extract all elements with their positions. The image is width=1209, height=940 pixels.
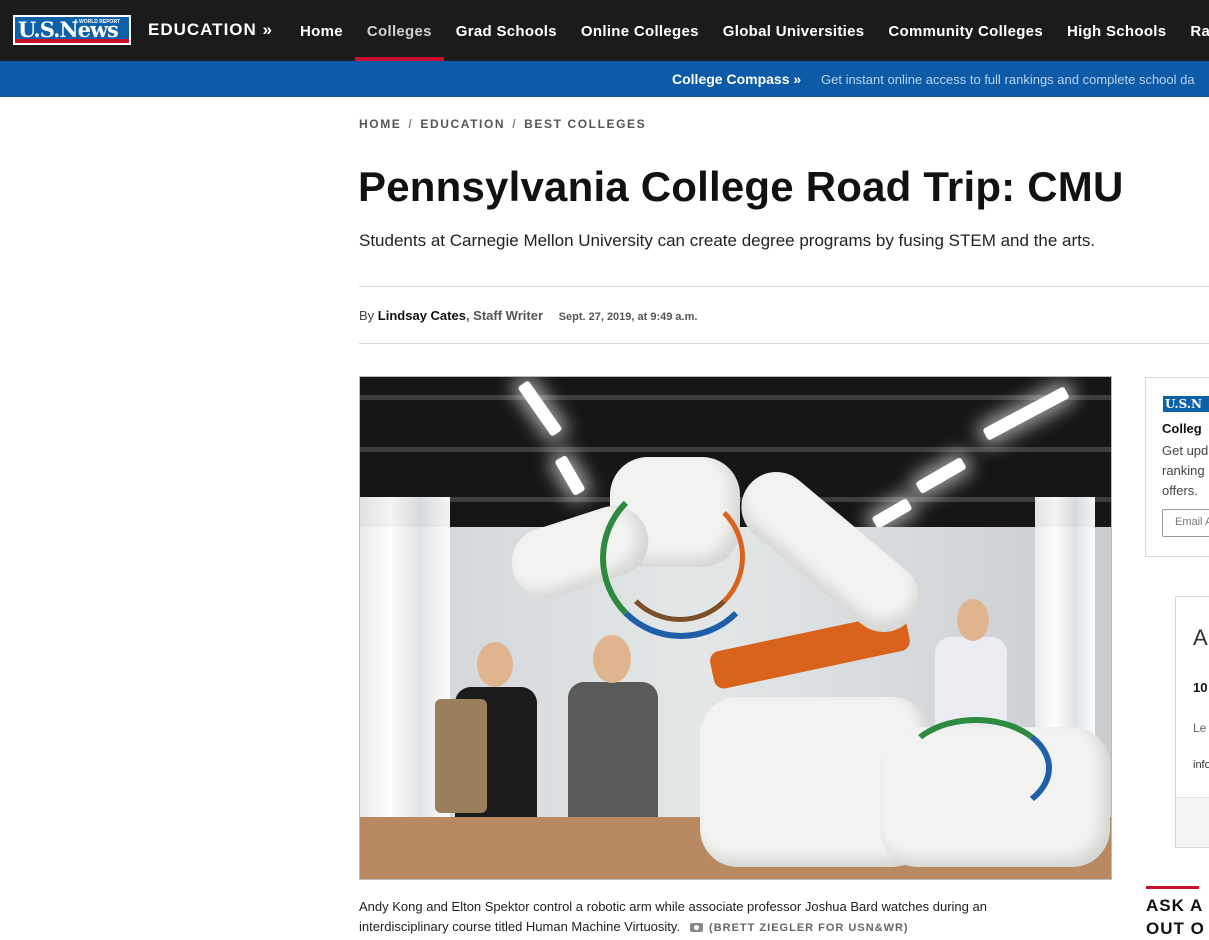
sidebar-ad-number: 10 bbox=[1193, 680, 1208, 695]
nav-item-global-universities[interactable]: Global Universities bbox=[711, 0, 877, 61]
divider-bottom bbox=[359, 343, 1209, 344]
photo-person-head bbox=[477, 642, 513, 687]
sidebar-card-text: Get upd ranking offers. bbox=[1162, 443, 1209, 498]
sidebar-ad-text: Le Lib bbox=[1193, 721, 1209, 735]
nav-items: Home Colleges Grad Schools Online Colleg… bbox=[288, 0, 1209, 61]
nav-item-online-colleges[interactable]: Online Colleges bbox=[569, 0, 711, 61]
nav-item-rankings[interactable]: Rankin bbox=[1178, 0, 1209, 61]
breadcrumb-separator: / bbox=[512, 117, 518, 131]
camera-icon bbox=[690, 923, 704, 932]
photo-log bbox=[435, 699, 487, 813]
ask-heading[interactable]: ASK A OUT O bbox=[1146, 894, 1205, 940]
article-dek: Students at Carnegie Mellon University c… bbox=[359, 231, 1096, 250]
divider-top bbox=[359, 286, 1209, 287]
section-title-education[interactable]: EDUCATION » bbox=[148, 20, 273, 40]
usnews-logo[interactable]: U.S.News & WORLD REPORT bbox=[13, 15, 131, 45]
nav-item-colleges[interactable]: Colleges bbox=[354, 0, 444, 61]
photo-robot-cable bbox=[900, 717, 1052, 819]
author-link[interactable]: Lindsay Cates bbox=[378, 308, 466, 323]
breadcrumb-best-colleges[interactable]: BEST COLLEGES bbox=[524, 117, 646, 131]
photo-credit: (BRETT ZIEGLER FOR USN&WR) bbox=[709, 922, 909, 934]
ask-heading-line1: ASK A bbox=[1146, 896, 1204, 915]
sidebar-ad-heading: A bbox=[1193, 625, 1208, 650]
byline-prefix: By bbox=[359, 308, 375, 323]
photo-person bbox=[568, 682, 658, 827]
compass-text[interactable]: Get instant online access to full rankin… bbox=[821, 72, 1195, 87]
breadcrumb: HOME / EDUCATION / BEST COLLEGES bbox=[359, 117, 646, 131]
breadcrumb-education[interactable]: EDUCATION bbox=[420, 117, 505, 131]
breadcrumb-separator: / bbox=[408, 117, 414, 131]
author-role: , Staff Writer bbox=[465, 308, 544, 323]
ask-accent-bar bbox=[1146, 886, 1199, 889]
email-input[interactable]: Email A bbox=[1162, 509, 1209, 537]
college-compass-banner[interactable]: College Compass » Get instant online acc… bbox=[0, 61, 1209, 97]
photo-beam bbox=[360, 447, 1111, 452]
logo-subtext: & WORLD REPORT bbox=[74, 19, 121, 25]
photo-caption: Andy Kong and Elton Spektor control a ro… bbox=[359, 897, 1059, 938]
breadcrumb-home[interactable]: HOME bbox=[359, 117, 401, 131]
article-headline: Pennsylvania College Road Trip: CMU bbox=[358, 163, 1124, 210]
logo-stripe bbox=[15, 39, 129, 43]
sidebar-card-title: Colleg bbox=[1162, 421, 1202, 436]
nav-item-high-schools[interactable]: High Schools bbox=[1055, 0, 1178, 61]
sidebar-ad-info: info bbox=[1193, 759, 1209, 771]
photo-person-head bbox=[957, 599, 989, 641]
nav-item-community-colleges[interactable]: Community Colleges bbox=[876, 0, 1055, 61]
sidebar-ad-card[interactable]: A 10 Le Lib info bbox=[1175, 596, 1209, 848]
byline: By Lindsay Cates, Staff Writer Sept. 27,… bbox=[359, 308, 697, 323]
top-navigation: U.S.News & WORLD REPORT EDUCATION » Home… bbox=[0, 0, 1209, 61]
nav-item-home[interactable]: Home bbox=[288, 0, 355, 61]
nav-item-grad-schools[interactable]: Grad Schools bbox=[444, 0, 569, 61]
photo-person-head bbox=[593, 635, 631, 683]
hero-photo bbox=[359, 376, 1112, 880]
photo-beam bbox=[360, 395, 1111, 400]
sidebar-logo: U.S.N bbox=[1163, 396, 1209, 412]
compass-title[interactable]: College Compass » bbox=[672, 71, 801, 87]
sidebar-ad-footer bbox=[1176, 797, 1209, 847]
publish-date: Sept. 27, 2019, at 9:49 a.m. bbox=[558, 311, 698, 323]
sidebar-newsletter-card: U.S.N Colleg Get upd ranking offers. Ema… bbox=[1145, 377, 1209, 557]
photo-robot-cable bbox=[615, 492, 745, 622]
